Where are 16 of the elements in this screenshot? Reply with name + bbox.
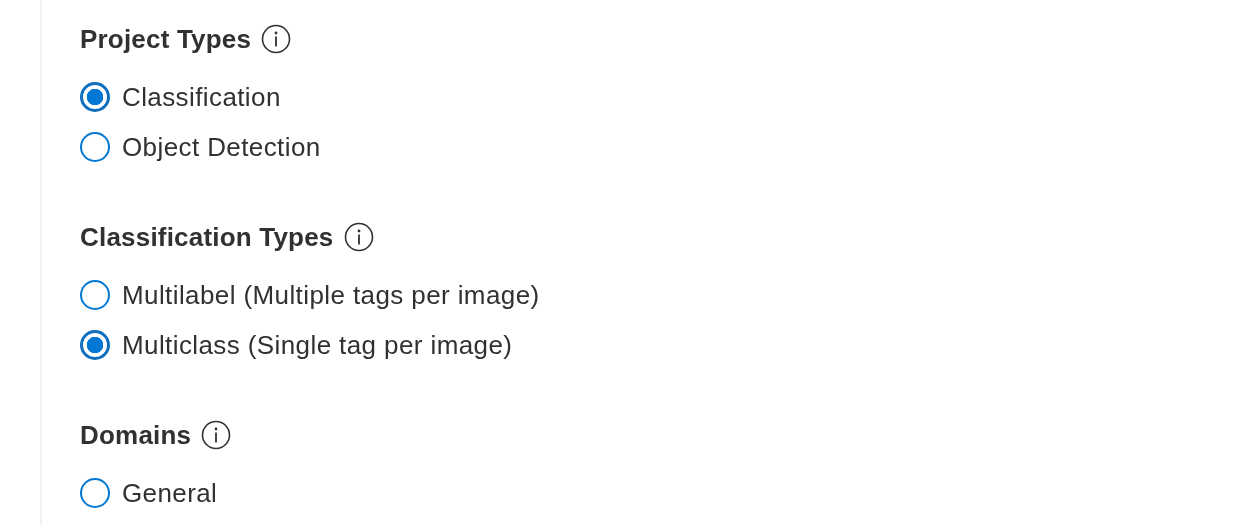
radio-button[interactable] [80, 280, 110, 310]
section-heading: Classification Types [80, 221, 334, 253]
radio-label: Classification [122, 81, 281, 113]
radio-label: General [122, 477, 218, 509]
radio-button[interactable] [80, 132, 110, 162]
section-heading: Project Types [80, 23, 252, 55]
radio-button[interactable] [80, 478, 110, 508]
info-icon[interactable] [201, 420, 232, 450]
info-icon[interactable] [261, 24, 292, 54]
radio-label: Multiclass (Single tag per image) [122, 329, 513, 361]
radio-label: Object Detection [122, 131, 321, 163]
radio-button[interactable] [80, 82, 110, 112]
radio-label: Multilabel (Multiple tags per image) [122, 279, 540, 311]
section-heading: Domains [80, 419, 192, 451]
radio-button[interactable] [80, 330, 110, 360]
info-icon[interactable] [343, 222, 374, 252]
